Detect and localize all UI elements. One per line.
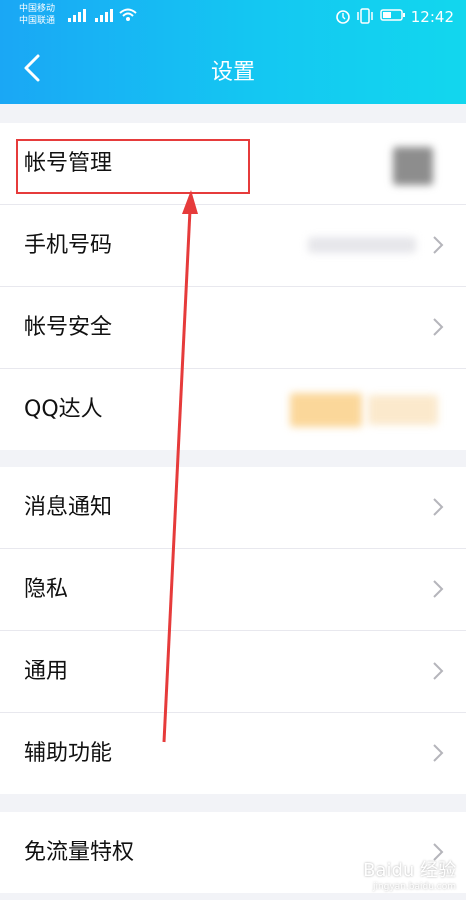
signal-icon bbox=[68, 9, 86, 22]
masked-value bbox=[290, 393, 362, 427]
status-bar: 中国移动 中国联通 12:42 bbox=[0, 0, 466, 34]
settings-item-account-security[interactable]: 帐号安全 bbox=[0, 287, 466, 369]
signal-icon-2 bbox=[95, 9, 113, 22]
settings-item-general[interactable]: 通用 bbox=[0, 631, 466, 713]
carrier-1: 中国移动 bbox=[19, 4, 56, 14]
alarm-icon bbox=[336, 10, 350, 24]
chevron-right-icon bbox=[433, 744, 444, 762]
chevron-right-icon bbox=[433, 580, 444, 598]
settings-item-accessibility[interactable]: 辅助功能 bbox=[0, 713, 466, 794]
masked-value bbox=[368, 395, 438, 425]
chevron-right-icon bbox=[433, 236, 444, 254]
settings-item-label: 通用 bbox=[24, 659, 69, 684]
settings-section-general: 消息通知 隐私 通用 辅助功能 bbox=[0, 467, 466, 794]
clock-text: 12:42 bbox=[410, 8, 454, 26]
settings-item-label: 辅助功能 bbox=[24, 741, 113, 766]
settings-item-phone-number[interactable]: 手机号码 bbox=[0, 205, 466, 287]
chevron-right-icon bbox=[433, 498, 444, 516]
settings-item-label: 帐号安全 bbox=[24, 315, 113, 340]
avatar bbox=[393, 147, 433, 185]
page-title: 设置 bbox=[210, 60, 255, 85]
carrier-2: 中国联通 bbox=[19, 16, 56, 26]
vibrate-icon bbox=[357, 8, 373, 24]
watermark-sub: jingyan.baidu.com bbox=[372, 882, 456, 892]
watermark-text: Baidu 经验 bbox=[363, 860, 456, 881]
wifi-icon bbox=[119, 8, 137, 21]
settings-item-qq-expert[interactable]: QQ达人 bbox=[0, 369, 466, 450]
top-app-bar: 中国移动 中国联通 12:42 设置 bbox=[0, 0, 466, 104]
masked-value bbox=[308, 237, 416, 253]
chevron-right-icon bbox=[433, 318, 444, 336]
settings-item-label: 手机号码 bbox=[24, 233, 113, 258]
settings-item-label: 消息通知 bbox=[24, 495, 113, 520]
battery-icon bbox=[380, 9, 405, 21]
settings-item-label: QQ达人 bbox=[24, 397, 103, 422]
carrier-text: 中国移动 中国联通 bbox=[19, 3, 55, 27]
settings-item-label: 免流量特权 bbox=[24, 840, 135, 865]
settings-item-privacy[interactable]: 隐私 bbox=[0, 549, 466, 631]
chevron-right-icon bbox=[433, 662, 444, 680]
settings-item-notifications[interactable]: 消息通知 bbox=[0, 467, 466, 549]
settings-item-label: 隐私 bbox=[24, 577, 69, 602]
watermark: Baidu 经验 jingyan.baidu.com bbox=[363, 856, 456, 892]
highlight-box bbox=[16, 139, 250, 194]
